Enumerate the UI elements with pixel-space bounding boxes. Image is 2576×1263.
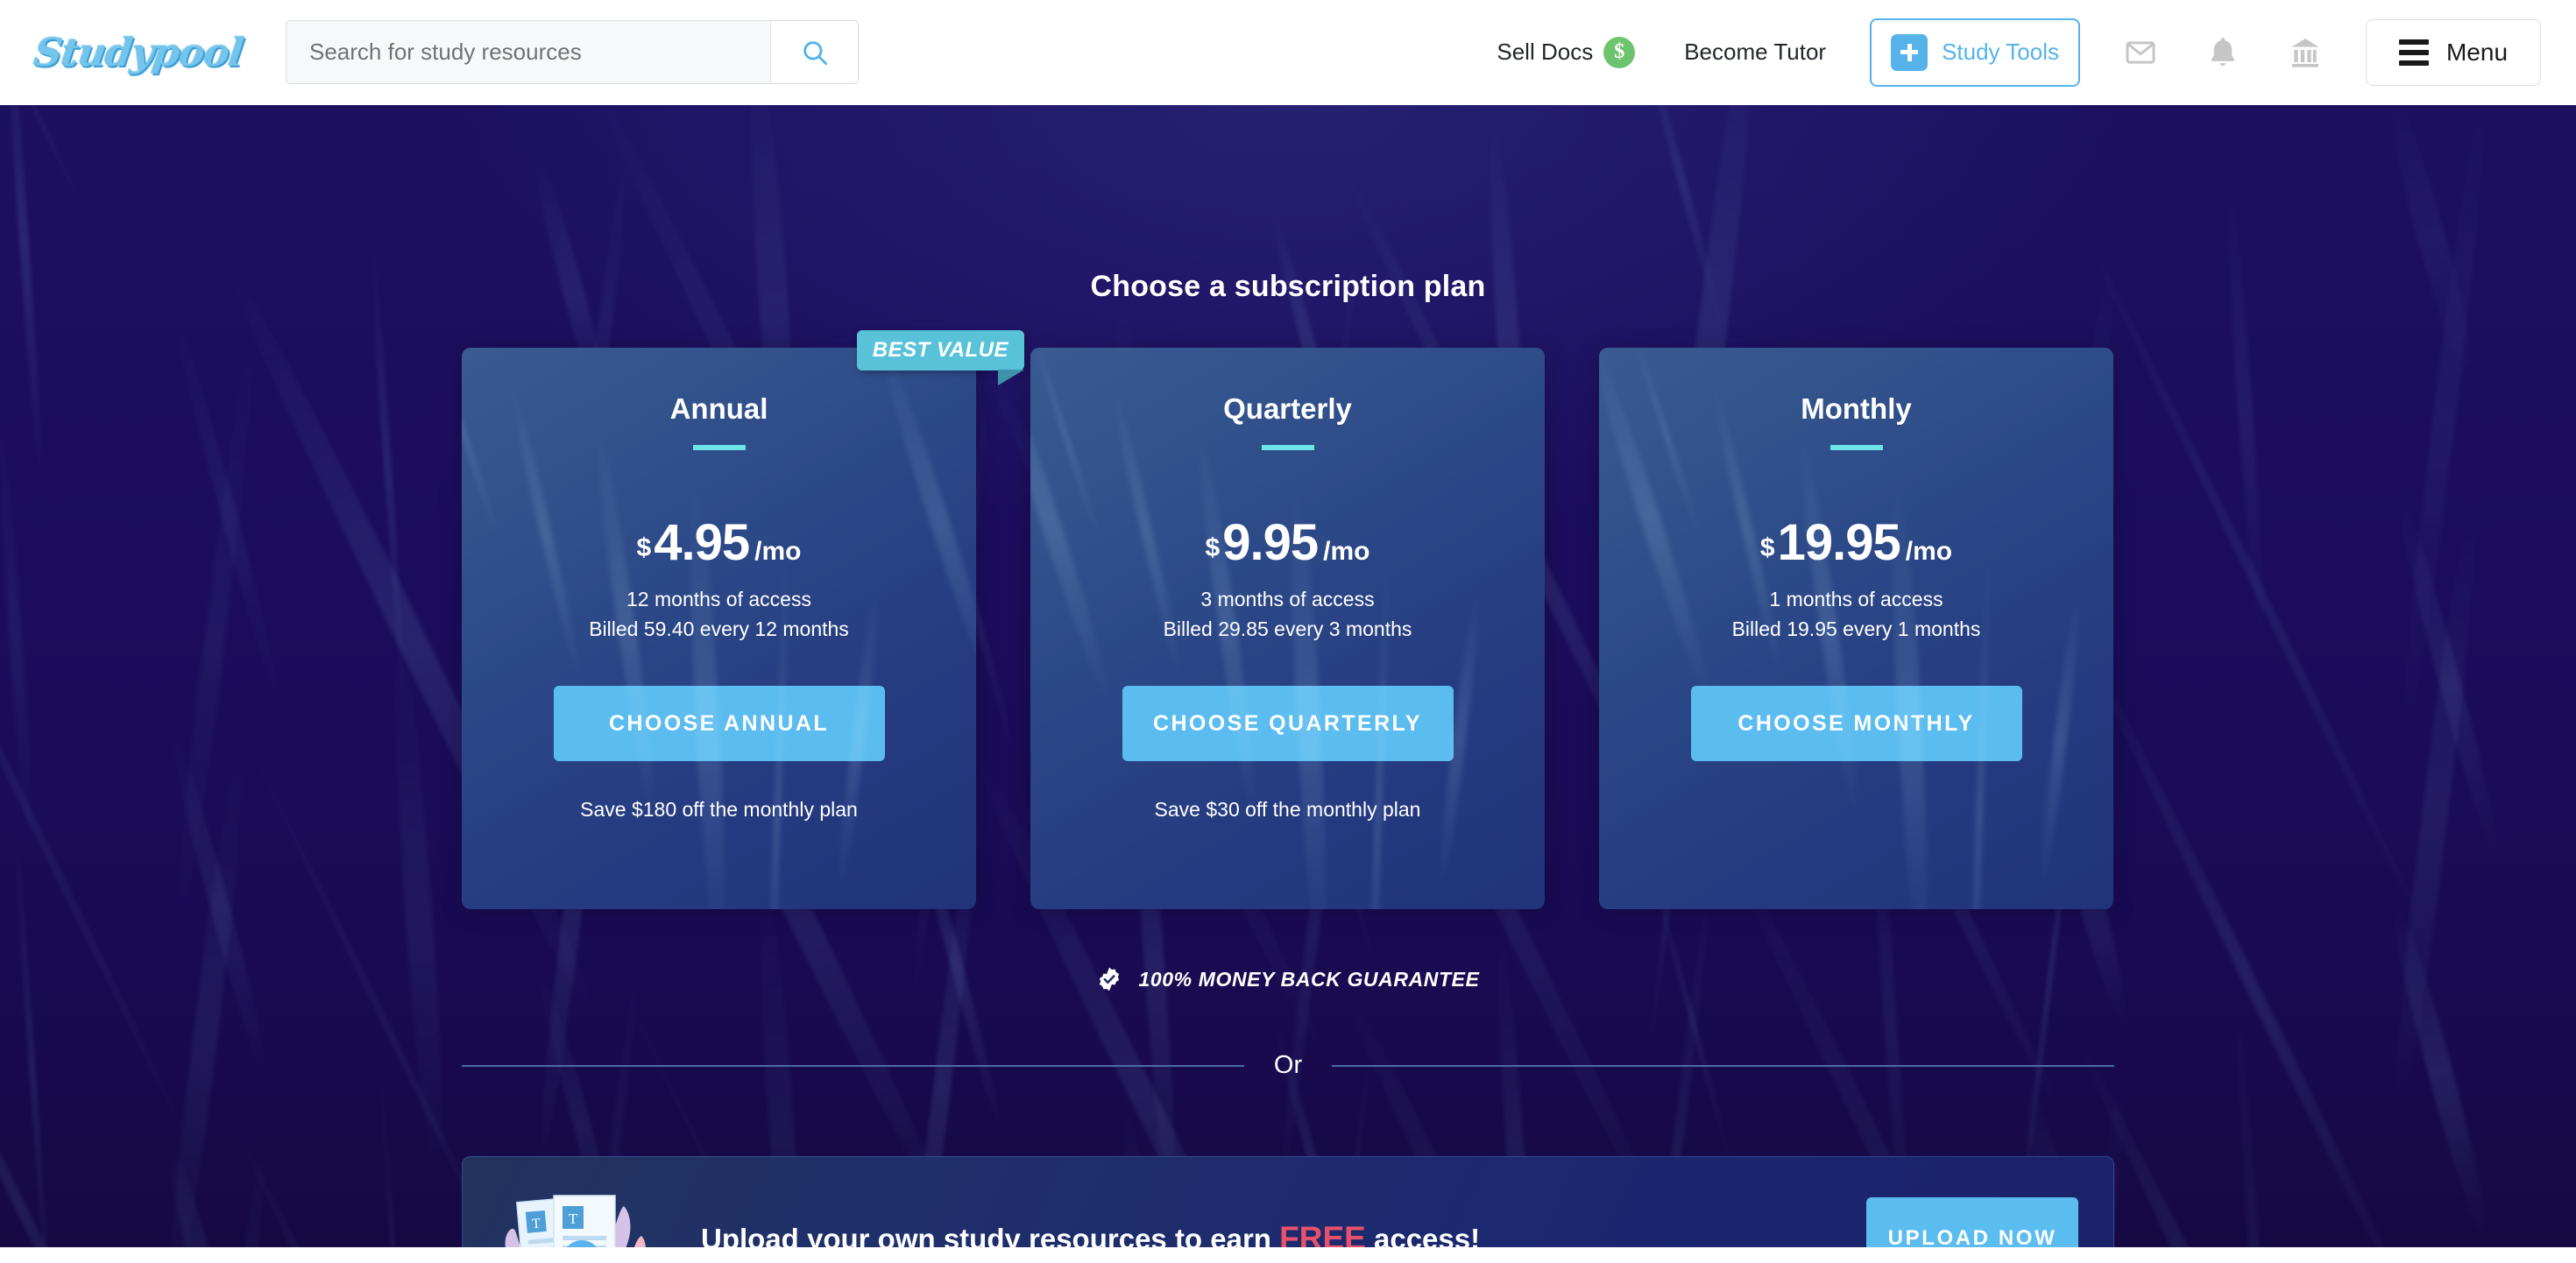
divider-line-left [462, 1064, 1244, 1067]
price-currency: $ [1205, 533, 1221, 562]
messages-button[interactable] [2099, 22, 2182, 83]
price-amount: 9.95 [1222, 514, 1319, 571]
plan-title-rule [1261, 445, 1314, 450]
plan-card-list: Annual $4.95/mo 12 months of access Billed … [462, 330, 2114, 909]
plan-name: Annual [669, 392, 768, 425]
search-button[interactable] [770, 21, 858, 83]
plan-card-monthly: Monthly $19.95/mo 1 months of access Billed… [1599, 348, 2113, 909]
plan-title-rule [1829, 445, 1883, 450]
plan-savings-note: Save $180 off the monthly plan [580, 798, 858, 822]
search-input[interactable] [287, 21, 770, 83]
bell-icon [2211, 37, 2235, 66]
plan-details: 1 months of access Billed 19.95 every 1 m… [1599, 584, 2113, 644]
documents-cloud-upload-illustration: T T [491, 1173, 675, 1247]
price-period: /mo [1905, 537, 1953, 566]
verified-badge-icon [1100, 967, 1120, 991]
page-title: Choose a subscription plan [1090, 270, 1486, 303]
plan-name: Monthly [1801, 392, 1912, 425]
mail-icon [2126, 40, 2155, 64]
choose-monthly-button[interactable]: CHOOSE MONTHLY [1690, 686, 2022, 762]
plan-name: Quarterly [1223, 392, 1352, 425]
plan-title-rule [692, 445, 746, 450]
upload-text-before: Upload your own study resources to earn [701, 1223, 1271, 1247]
upload-text-highlight: FREE [1279, 1220, 1366, 1247]
plan-card-body: Quarterly $9.95/mo 3 months of access Bille… [1030, 348, 1545, 909]
upload-now-button[interactable]: UPLOAD NOW [1866, 1197, 2078, 1247]
plan-savings-note: Save $30 off the monthly plan [1154, 798, 1421, 822]
plan-card-head: Monthly [1599, 392, 2113, 450]
site-header: Studypool Sell Docs $ Become Tutor Study… [0, 0, 2576, 105]
best-value-badge: BEST VALUE [856, 330, 1025, 385]
plan-card-body: Monthly $19.95/mo 1 months of access Billed… [1599, 348, 2113, 909]
plan-details: 3 months of access Billed 29.85 every 3 m… [1030, 584, 1545, 644]
plan-card-quarterly: Quarterly $9.95/mo 3 months of access Bille… [1030, 348, 1545, 909]
institution-button[interactable] [2264, 22, 2346, 83]
upload-text-after: access! [1374, 1223, 1481, 1247]
nav-sell-docs-label: Sell Docs [1497, 39, 1594, 65]
divider-label: Or [1273, 1051, 1303, 1079]
plan-price: $4.95/mo [462, 513, 976, 572]
choose-quarterly-button[interactable]: CHOOSE QUARTERLY [1122, 686, 1454, 762]
best-value-label: BEST VALUE [872, 338, 1008, 362]
plan-billing: Billed 29.85 every 3 months [1163, 617, 1412, 641]
header-nav: Sell Docs $ Become Tutor Study Tools Men… [1472, 18, 2541, 87]
or-divider: Or [462, 1051, 2114, 1080]
nav-become-tutor-label: Become Tutor [1684, 39, 1827, 65]
menu-button[interactable]: Menu [2366, 18, 2541, 86]
choose-annual-button[interactable]: CHOOSE ANNUAL [553, 686, 885, 762]
plan-card-body: Annual $4.95/mo 12 months of access Billed … [462, 348, 976, 909]
plan-details: 12 months of access Billed 59.40 every 12… [462, 584, 976, 644]
guarantee-label: 100% MONEY BACK GUARANTEE [1138, 967, 1480, 991]
svg-text:T: T [569, 1210, 578, 1227]
hamburger-icon [2398, 39, 2429, 66]
study-tools-button[interactable]: Study Tools [1870, 18, 2080, 87]
plan-billing: Billed 19.95 every 1 months [1731, 617, 1981, 641]
svg-text:T: T [531, 1217, 541, 1232]
divider-line-right [1332, 1064, 2114, 1067]
plan-billing: Billed 59.40 every 12 months [589, 617, 849, 641]
plan-access: 1 months of access [1769, 588, 1943, 610]
plan-price: $9.95/mo [1030, 513, 1545, 572]
price-period: /mo [754, 537, 802, 566]
price-currency: $ [636, 533, 652, 562]
studypool-logo[interactable]: Studypool [32, 25, 246, 80]
upload-banner: T T Upload your own study resources to e… [462, 1156, 2114, 1247]
plan-price: $19.95/mo [1599, 513, 2113, 572]
price-amount: 4.95 [654, 514, 750, 571]
dollar-coin-icon: $ [1603, 36, 1636, 68]
menu-label: Menu [2445, 38, 2509, 66]
plan-card-head: Annual [462, 392, 976, 450]
price-period: /mo [1323, 537, 1370, 566]
plan-access: 12 months of access [626, 588, 811, 610]
upload-banner-text: Upload your own study resources to earn … [701, 1220, 1480, 1247]
bank-icon [2291, 38, 2319, 67]
plan-access: 3 months of access [1200, 588, 1375, 610]
nav-become-tutor[interactable]: Become Tutor [1660, 39, 1851, 66]
plus-square-icon [1891, 33, 1928, 71]
search-icon [803, 40, 827, 65]
nav-sell-docs[interactable]: Sell Docs $ [1472, 36, 1660, 68]
price-amount: 19.95 [1777, 514, 1901, 571]
search-box [286, 20, 859, 84]
notifications-button[interactable] [2182, 22, 2264, 83]
price-currency: $ [1759, 533, 1775, 562]
plan-card-annual: Annual $4.95/mo 12 months of access Billed … [462, 330, 1025, 909]
money-back-guarantee: 100% MONEY BACK GUARANTEE [0, 966, 2576, 992]
subscription-page: Choose a subscription plan Annual $4.95/m… [0, 105, 2576, 1247]
study-tools-label: Study Tools [1942, 39, 2059, 65]
plan-card-head: Quarterly [1030, 392, 1545, 450]
